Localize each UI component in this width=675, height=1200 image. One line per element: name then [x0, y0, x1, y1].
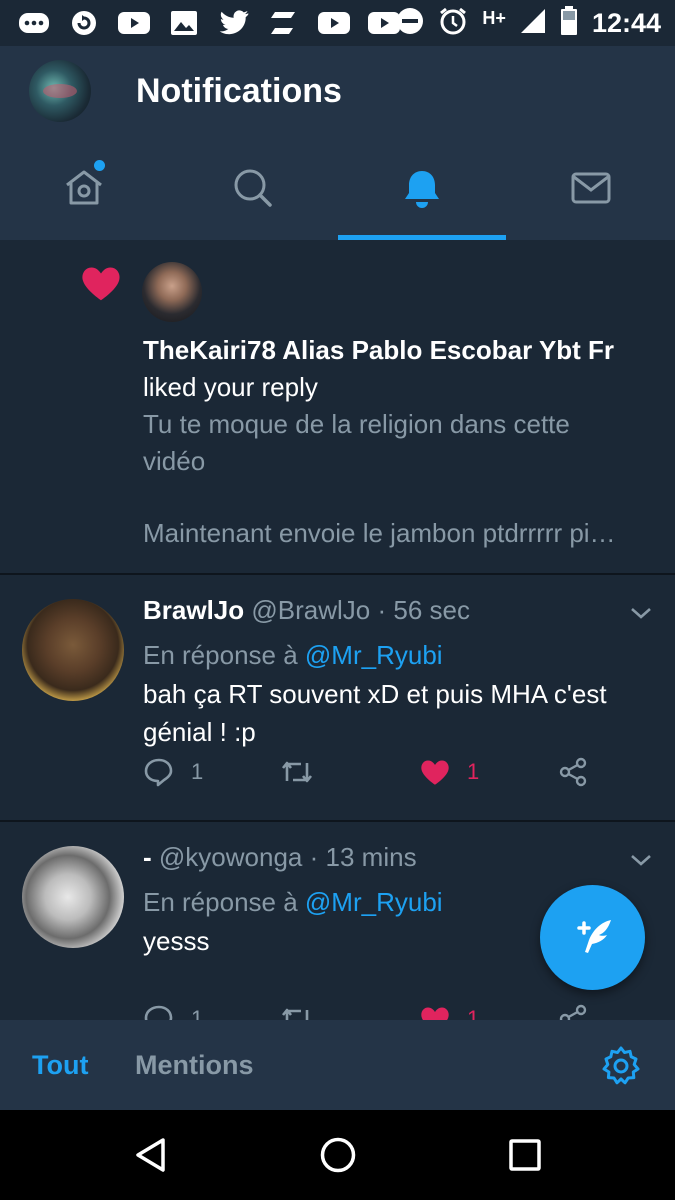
search-icon — [234, 169, 272, 207]
z-app-icon — [268, 9, 300, 37]
avatar[interactable] — [142, 262, 202, 322]
youtube-icon — [318, 9, 350, 37]
filter-all-tab[interactable]: Tout — [32, 1050, 88, 1081]
home-button[interactable] — [318, 1135, 358, 1175]
tweet-actions: 1 1 — [143, 999, 603, 1020]
tab-bar — [0, 142, 675, 240]
page-title: Notifications — [136, 72, 342, 110]
recents-button[interactable] — [505, 1135, 545, 1175]
recents-square-icon — [509, 1139, 541, 1171]
alarm-icon — [438, 6, 468, 41]
retweet-icon — [281, 1008, 309, 1020]
mail-icon — [571, 172, 611, 204]
like-button[interactable]: 1 — [419, 999, 479, 1020]
tweet-time: 13 mins — [325, 842, 417, 872]
tab-messages[interactable] — [506, 142, 675, 240]
reply-prefix: En réponse à — [143, 640, 298, 670]
chevron-down-icon[interactable] — [629, 605, 653, 621]
profile-avatar[interactable] — [29, 60, 91, 122]
like-action-text: liked your reply — [143, 372, 318, 402]
heart-icon — [82, 267, 120, 301]
liked-reply-quote[interactable]: Tu te moque de la religion dans cette vi… — [143, 406, 658, 552]
retweet-icon — [281, 761, 313, 783]
mention-link[interactable]: @Mr_Ryubi — [305, 640, 443, 670]
mention-link[interactable]: @Mr_Ryubi — [305, 887, 443, 917]
separator: · — [377, 595, 387, 625]
reply-count: 1 — [191, 759, 204, 784]
tweet-actions: 1 1 — [143, 752, 603, 792]
share-button[interactable] — [557, 752, 589, 792]
reply-button[interactable]: 1 — [143, 752, 203, 792]
heart-icon — [421, 1007, 449, 1020]
signal-icon — [520, 8, 546, 39]
tab-home[interactable] — [0, 142, 169, 240]
twitter-icon — [218, 9, 250, 37]
retweet-button[interactable] — [279, 752, 315, 792]
user-handle[interactable]: @BrawlJo — [251, 595, 370, 625]
reply-count: 1 — [191, 1006, 204, 1020]
tweet-header: - @kyowonga · 13 mins — [143, 842, 417, 873]
youtube-icon — [368, 9, 400, 37]
tab-notifications[interactable] — [337, 142, 507, 240]
reply-prefix: En réponse à — [143, 887, 298, 917]
user-name[interactable]: BrawlJo — [143, 595, 244, 625]
like-count: 1 — [467, 1006, 480, 1020]
share-icon — [559, 1004, 587, 1020]
do-not-disturb-icon — [396, 7, 424, 40]
tab-search[interactable] — [169, 142, 338, 240]
share-button[interactable] — [557, 999, 589, 1020]
quote-line: vidéo — [143, 446, 206, 476]
quote-line: Tu te moque de la religion dans cette — [143, 409, 570, 439]
reply-button[interactable]: 1 — [143, 999, 203, 1020]
chat-bubble-icon — [18, 9, 50, 37]
app-header: Notifications — [0, 46, 675, 240]
heart-icon — [421, 760, 449, 785]
like-notification[interactable]: TheKairi78 Alias Pablo Escobar Ybt Fr li… — [0, 240, 675, 575]
youtube-icon — [118, 9, 150, 37]
retweet-button[interactable] — [279, 999, 315, 1020]
liker-names[interactable]: TheKairi78 Alias Pablo Escobar Ybt Fr — [143, 332, 658, 369]
like-notification-text: TheKairi78 Alias Pablo Escobar Ybt Fr li… — [143, 332, 658, 552]
tweet-header: BrawlJo @BrawlJo · 56 sec — [143, 595, 470, 626]
tweet-item[interactable]: BrawlJo @BrawlJo · 56 sec En réponse à @… — [0, 575, 675, 822]
reply-context: En réponse à @Mr_Ryubi — [143, 887, 443, 918]
avatar[interactable] — [22, 846, 124, 948]
chevron-down-icon[interactable] — [629, 852, 653, 868]
tweet-text: bah ça RT souvent xD et puis MHA c'est g… — [143, 679, 607, 747]
separator: · — [309, 842, 319, 872]
avatar[interactable] — [22, 599, 124, 701]
clock: 12:44 — [591, 7, 661, 38]
user-handle[interactable]: @kyowonga — [159, 842, 302, 872]
home-icon — [66, 170, 103, 205]
like-count: 1 — [467, 759, 480, 784]
network-type: H+ — [482, 7, 506, 28]
home-circle-icon — [320, 1137, 356, 1173]
refresh-icon — [68, 9, 100, 37]
like-button[interactable]: 1 — [419, 752, 479, 792]
filter-mentions-tab[interactable]: Mentions — [135, 1050, 254, 1081]
back-button[interactable] — [130, 1135, 170, 1175]
user-name[interactable]: - — [143, 842, 152, 872]
notification-filter-bar: Tout Mentions — [0, 1020, 675, 1110]
reply-context: En réponse à @Mr_Ryubi — [143, 640, 443, 671]
system-nav-bar — [0, 1110, 675, 1200]
reply-icon — [144, 1005, 173, 1020]
back-triangle-icon — [136, 1138, 165, 1172]
quote-line: Maintenant envoie le jambon ptdrrrrr pi… — [143, 518, 616, 548]
battery-icon — [560, 5, 578, 41]
share-icon — [559, 757, 587, 787]
bell-icon — [404, 171, 439, 208]
gear-icon[interactable] — [600, 1045, 642, 1087]
reply-icon — [144, 758, 173, 787]
new-content-dot — [94, 160, 105, 171]
compose-quill-icon — [576, 919, 611, 953]
status-bar: H+ 12:44 — [0, 0, 675, 46]
tweet-time: 56 sec — [393, 595, 471, 625]
gallery-icon — [168, 9, 200, 37]
compose-tweet-button[interactable] — [540, 885, 645, 990]
